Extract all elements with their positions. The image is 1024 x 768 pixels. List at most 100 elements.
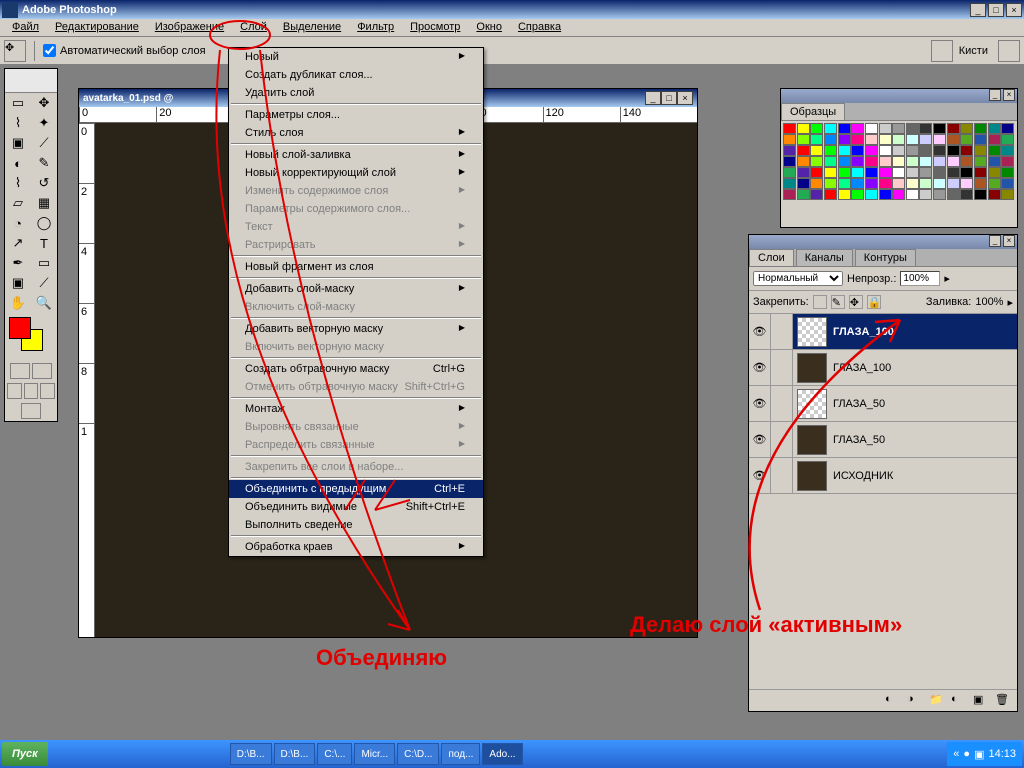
layer-thumbnail[interactable]	[797, 461, 827, 491]
swatch[interactable]	[865, 178, 878, 189]
gradient-tool[interactable]: ▦	[31, 193, 57, 213]
swatch[interactable]	[919, 123, 932, 134]
link-icon[interactable]	[771, 422, 793, 457]
visibility-icon[interactable]: 👁	[749, 422, 771, 457]
swatch[interactable]	[1001, 145, 1014, 156]
menu-item[interactable]: Новый	[229, 48, 483, 66]
swatches-tab[interactable]: Образцы	[781, 103, 845, 120]
heal-tool[interactable]: ◐	[5, 153, 31, 173]
menu-item[interactable]: Объединить видимыеShift+Ctrl+E	[229, 498, 483, 516]
crop-tool[interactable]: ▣	[5, 133, 31, 153]
swatch[interactable]	[824, 156, 837, 167]
swatch[interactable]	[838, 134, 851, 145]
quicklaunch-icon[interactable]	[190, 745, 208, 763]
taskbar-item[interactable]: под...	[441, 743, 480, 765]
tray-icon[interactable]: «	[953, 748, 959, 760]
layer-thumbnail[interactable]	[797, 353, 827, 383]
swatch[interactable]	[988, 145, 1001, 156]
swatch[interactable]	[960, 189, 973, 200]
quicklaunch-icon[interactable]	[70, 745, 88, 763]
jump-to-icon[interactable]	[21, 403, 41, 419]
panel-minimize-button[interactable]: _	[989, 89, 1001, 101]
swatch[interactable]	[810, 134, 823, 145]
foreground-color[interactable]	[9, 317, 31, 339]
opacity-field[interactable]: 100%	[900, 271, 940, 286]
lock-position-icon[interactable]: ✥	[849, 295, 863, 309]
swatch[interactable]	[797, 178, 810, 189]
swatch[interactable]	[1001, 156, 1014, 167]
path-tool[interactable]: ↗	[5, 233, 31, 253]
menu-file[interactable]: Файл	[4, 19, 47, 36]
swatch[interactable]	[919, 156, 932, 167]
swatch[interactable]	[810, 178, 823, 189]
swatch[interactable]	[960, 134, 973, 145]
menu-item[interactable]: Новый фрагмент из слоя	[229, 258, 483, 276]
taskbar-item[interactable]: D:\В...	[274, 743, 316, 765]
eyedropper-tool[interactable]: ⟋	[31, 273, 57, 293]
menu-window[interactable]: Окно	[468, 19, 510, 36]
swatch[interactable]	[892, 134, 905, 145]
move-tool-icon[interactable]: ✥	[4, 40, 26, 62]
swatch[interactable]	[879, 145, 892, 156]
swatch[interactable]	[797, 189, 810, 200]
menu-item[interactable]: Добавить слой-маску	[229, 280, 483, 298]
taskbar-item[interactable]: C:\D...	[397, 743, 439, 765]
zoom-tool[interactable]: 🔍	[31, 293, 57, 313]
notes-tool[interactable]: ▣	[5, 273, 31, 293]
doc-maximize-button[interactable]: □	[661, 91, 677, 105]
color-picker[interactable]	[9, 317, 53, 357]
menu-layer[interactable]: Слой	[232, 19, 275, 36]
swatch[interactable]	[919, 178, 932, 189]
swatch[interactable]	[879, 123, 892, 134]
maximize-button[interactable]: □	[988, 3, 1004, 17]
marquee-tool[interactable]: ▭	[5, 93, 31, 113]
swatch[interactable]	[783, 167, 796, 178]
swatch[interactable]	[906, 189, 919, 200]
swatch[interactable]	[933, 123, 946, 134]
swatch[interactable]	[933, 167, 946, 178]
hand-tool[interactable]: ✋	[5, 293, 31, 313]
swatch[interactable]	[906, 178, 919, 189]
menu-item[interactable]: Новый корректирующий слой	[229, 164, 483, 182]
taskbar-item[interactable]: Micr...	[354, 743, 395, 765]
swatch[interactable]	[919, 145, 932, 156]
swatch[interactable]	[947, 167, 960, 178]
swatch[interactable]	[865, 134, 878, 145]
brushes-palette-icon[interactable]	[998, 40, 1020, 62]
delete-layer-icon[interactable]: 🗑	[995, 693, 1011, 709]
swatch[interactable]	[783, 134, 796, 145]
close-button[interactable]: ×	[1006, 3, 1022, 17]
layer-row[interactable]: 👁ГЛАЗА_100	[749, 350, 1017, 386]
swatch[interactable]	[919, 134, 932, 145]
history-brush-tool[interactable]: ↺	[31, 173, 57, 193]
swatch[interactable]	[974, 167, 987, 178]
quicklaunch-icon[interactable]	[150, 745, 168, 763]
fill-field[interactable]: 100%	[975, 296, 1003, 308]
swatch[interactable]	[824, 178, 837, 189]
visibility-icon[interactable]: 👁	[749, 386, 771, 421]
layer-name[interactable]: ГЛАЗА_50	[831, 434, 1017, 446]
quicklaunch-icon[interactable]	[110, 745, 128, 763]
screen-mode-3-icon[interactable]	[40, 383, 55, 399]
layer-mask-icon[interactable]: ◑	[907, 693, 923, 709]
swatch[interactable]	[988, 123, 1001, 134]
visibility-icon[interactable]: 👁	[749, 314, 771, 349]
layer-style-icon[interactable]: ◐	[885, 693, 901, 709]
move-tool[interactable]: ✥	[31, 93, 57, 113]
wand-tool[interactable]: ✦	[31, 113, 57, 133]
menu-item[interactable]: Обработка краев	[229, 538, 483, 556]
fill-arrow-icon[interactable]: ▸	[1007, 296, 1013, 309]
swatch[interactable]	[1001, 167, 1014, 178]
doc-close-button[interactable]: ×	[677, 91, 693, 105]
link-icon[interactable]	[771, 458, 793, 493]
layer-row[interactable]: 👁ГЛАЗА_50	[749, 386, 1017, 422]
brush-tool[interactable]: ✎	[31, 153, 57, 173]
menu-item[interactable]: Создать обтравочную маскуCtrl+G	[229, 360, 483, 378]
swatch[interactable]	[879, 167, 892, 178]
swatch[interactable]	[797, 145, 810, 156]
lasso-tool[interactable]: ⌇	[5, 113, 31, 133]
quicklaunch-icon[interactable]	[90, 745, 108, 763]
swatch[interactable]	[838, 145, 851, 156]
swatch[interactable]	[892, 156, 905, 167]
swatch[interactable]	[879, 178, 892, 189]
